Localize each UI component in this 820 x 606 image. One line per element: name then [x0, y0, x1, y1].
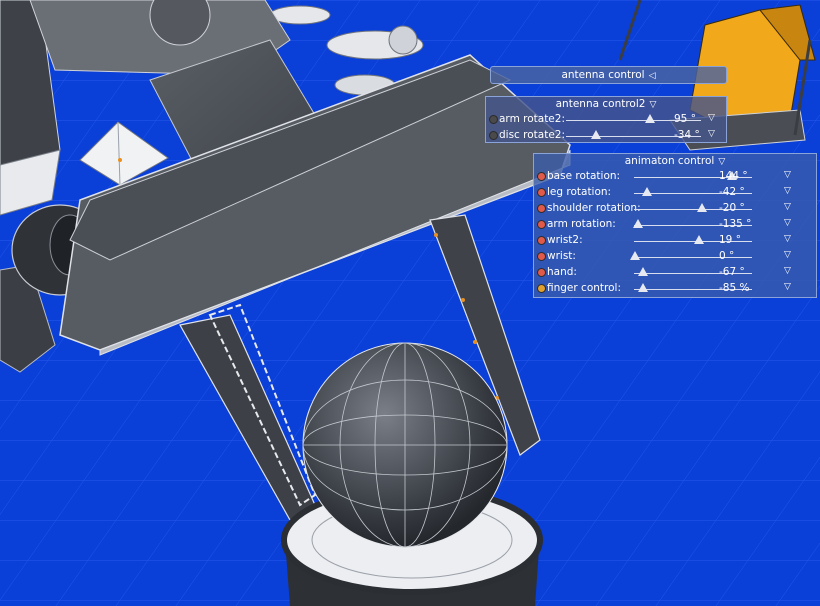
- triangle-down-icon[interactable]: ▽: [784, 218, 791, 228]
- slider-label: arm rotation:: [547, 218, 616, 230]
- slider-value: -20 °: [719, 202, 745, 214]
- slider-label: finger control:: [547, 282, 621, 294]
- triangle-down-icon[interactable]: ▽: [784, 170, 791, 180]
- antenna-control-panel[interactable]: antenna control ◁: [490, 66, 727, 84]
- triangle-down-icon[interactable]: ▽: [784, 202, 791, 212]
- slider-label: leg rotation:: [547, 186, 612, 198]
- keyframe-dot-icon[interactable]: [537, 236, 546, 245]
- 3d-viewport[interactable]: [0, 0, 820, 606]
- slider-thumb[interactable]: [644, 114, 655, 123]
- triangle-down-icon[interactable]: ▽: [649, 98, 656, 112]
- antenna-control2-title[interactable]: antenna control2 ▽: [486, 97, 726, 112]
- slider-thumb[interactable]: [697, 203, 708, 212]
- slider-row[interactable]: finger control: -85 % ▽: [534, 281, 816, 297]
- slider-row[interactable]: arm rotate2: 95 ° ▽: [486, 112, 726, 128]
- slider-row[interactable]: base rotation: 144 ° ▽: [534, 169, 816, 185]
- keyframe-dot-icon[interactable]: [489, 115, 498, 124]
- slider-value: 0 °: [719, 250, 735, 262]
- slider-label: hand:: [547, 266, 577, 278]
- keyframe-dot-icon[interactable]: [537, 188, 546, 197]
- keyframe-dot-icon[interactable]: [537, 268, 546, 277]
- triangle-down-icon[interactable]: ▽: [718, 155, 725, 169]
- slider-track[interactable]: [634, 257, 752, 258]
- triangle-down-icon[interactable]: ▽: [784, 266, 791, 276]
- keyframe-dot-icon[interactable]: [537, 284, 546, 293]
- slider-row[interactable]: hand: -67 ° ▽: [534, 265, 816, 281]
- sphere-object: [302, 342, 508, 548]
- triangle-down-icon[interactable]: ▽: [708, 113, 715, 123]
- triangle-left-icon[interactable]: ◁: [649, 68, 656, 84]
- slider-label: arm rotate2:: [499, 113, 565, 125]
- triangle-down-icon[interactable]: ▽: [784, 234, 791, 244]
- slider-thumb[interactable]: [641, 187, 652, 196]
- animation-control-title[interactable]: animaton control ▽: [534, 154, 816, 169]
- slider-value: -135 °: [719, 218, 752, 230]
- slider-row[interactable]: shoulder rotation: -20 ° ▽: [534, 201, 816, 217]
- triangle-down-icon[interactable]: ▽: [784, 282, 791, 292]
- slider-value: 144 °: [719, 170, 748, 182]
- slider-value: -85 %: [719, 282, 750, 294]
- slider-row[interactable]: disc rotate2: -34 ° ▽: [486, 128, 726, 144]
- antenna-control-title[interactable]: antenna control ◁: [491, 67, 726, 82]
- slider-label: shoulder rotation:: [547, 202, 641, 214]
- slider-value: 95 °: [674, 113, 696, 125]
- slider-row[interactable]: wrist: 0 ° ▽: [534, 249, 816, 265]
- keyframe-dot-icon[interactable]: [489, 131, 498, 140]
- triangle-down-icon[interactable]: ▽: [784, 250, 791, 260]
- slider-thumb[interactable]: [630, 251, 641, 260]
- antenna-control2-panel[interactable]: antenna control2 ▽ arm rotate2: 95 ° ▽ disc …: [485, 96, 727, 143]
- slider-label: base rotation:: [547, 170, 621, 182]
- scene-render: [0, 0, 820, 606]
- slider-value: -67 °: [719, 266, 745, 278]
- antenna-control2-sliders: arm rotate2: 95 ° ▽ disc rotate2: -34 ° ▽: [486, 112, 726, 144]
- triangle-down-icon[interactable]: ▽: [784, 186, 791, 196]
- slider-label: wrist2:: [547, 234, 583, 246]
- slider-thumb[interactable]: [638, 267, 649, 276]
- slider-thumb[interactable]: [638, 283, 649, 292]
- slider-value: -42 °: [719, 186, 745, 198]
- animation-control-sliders: base rotation: 144 ° ▽ leg rotation: -42 ° ▽ s…: [534, 169, 816, 297]
- slider-label: disc rotate2:: [499, 129, 566, 141]
- slider-thumb[interactable]: [693, 235, 704, 244]
- slider-thumb[interactable]: [632, 219, 643, 228]
- slider-value: 19 °: [719, 234, 741, 246]
- slider-thumb[interactable]: [590, 130, 601, 139]
- triangle-down-icon[interactable]: ▽: [708, 129, 715, 139]
- slider-value: -34 °: [674, 129, 700, 141]
- slider-row[interactable]: arm rotation: -135 ° ▽: [534, 217, 816, 233]
- keyframe-dot-icon[interactable]: [537, 252, 546, 261]
- animation-control-panel[interactable]: animaton control ▽ base rotation: 144 ° ▽ le…: [533, 153, 817, 298]
- slider-label: wrist:: [547, 250, 576, 262]
- keyframe-dot-icon[interactable]: [537, 220, 546, 229]
- slider-row[interactable]: leg rotation: -42 ° ▽: [534, 185, 816, 201]
- slider-row[interactable]: wrist2: 19 ° ▽: [534, 233, 816, 249]
- keyframe-dot-icon[interactable]: [537, 204, 546, 213]
- keyframe-dot-icon[interactable]: [537, 172, 546, 181]
